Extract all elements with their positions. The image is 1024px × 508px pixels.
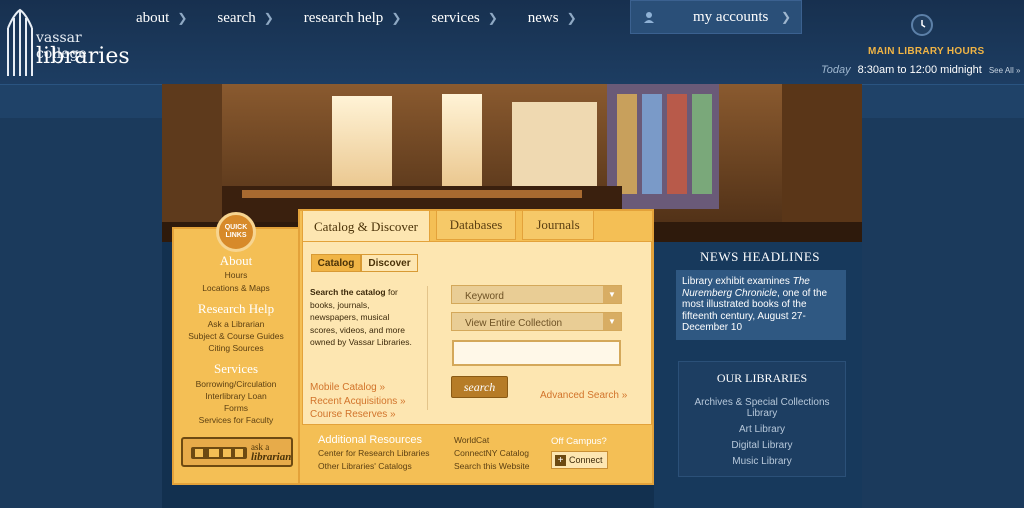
vassar-logo[interactable]: vassar college libraries — [4, 6, 134, 78]
chevron-down-icon: ▼ — [603, 313, 621, 330]
subtab-discover[interactable]: Discover — [361, 254, 418, 272]
ql-link-ask[interactable]: Ask a Librarian — [174, 319, 298, 329]
nav-news[interactable]: news ❯ — [528, 8, 577, 28]
search-button[interactable]: search — [451, 376, 508, 398]
news-text-pre: Library exhibit examines — [682, 276, 793, 287]
ql-link-forms[interactable]: Forms — [174, 403, 298, 413]
chevron-right-icon: ❯ — [177, 11, 188, 25]
catalog-search-input[interactable] — [452, 340, 621, 366]
library-link-digital[interactable]: Digital Library — [688, 440, 836, 451]
ql-link-borrowing[interactable]: Borrowing/Circulation — [174, 379, 298, 389]
search-type-value: Keyword — [465, 291, 504, 302]
ql-link-hours[interactable]: Hours — [174, 270, 298, 280]
hours-line: Today 8:30am to 12:00 midnight See All » — [821, 64, 1020, 76]
user-icon — [644, 12, 654, 23]
ql-heading-services: Services — [213, 361, 259, 376]
chevron-right-icon: ❯ — [391, 11, 402, 25]
news-item[interactable]: Library exhibit examines The Nuremberg C… — [676, 270, 846, 340]
crl-link[interactable]: Center for Research Libraries — [318, 448, 430, 458]
other-catalogs-link[interactable]: Other Libraries' Catalogs — [318, 461, 412, 471]
nav-about[interactable]: about ❯ — [136, 8, 187, 28]
worldcat-link[interactable]: WorldCat — [454, 435, 489, 445]
chevron-right-icon: ❯ — [566, 11, 577, 25]
ask-librarian-button[interactable]: ask a librarian — [181, 437, 293, 467]
ask-line2: librarian — [251, 451, 292, 463]
nav-label: search — [217, 10, 256, 26]
libraries-heading: OUR LIBRARIES — [716, 371, 808, 385]
news-heading: NEWS HEADLINES — [699, 249, 820, 264]
contact-icons — [191, 447, 247, 459]
nav-label: services — [431, 10, 480, 26]
desc-bold: Search the catalog — [310, 287, 386, 297]
ql-heading-about: About — [219, 253, 253, 268]
divider — [427, 286, 428, 410]
off-campus-label: Off Campus? — [551, 436, 607, 447]
connect-button[interactable]: + Connect — [551, 451, 608, 469]
additional-resources-heading: Additional Resources — [318, 434, 422, 446]
nav-label: research help — [303, 10, 384, 26]
subtab-catalog[interactable]: Catalog — [311, 254, 361, 272]
advanced-search-link[interactable]: Advanced Search » — [540, 390, 627, 401]
collection-value: View Entire Collection — [465, 318, 563, 329]
quick-links-badge: QUICK LINKS — [216, 212, 256, 252]
library-link-archives[interactable]: Archives & Special Collections Library — [688, 397, 836, 419]
nav-label: about — [136, 10, 170, 26]
my-accounts-label: my accounts — [693, 9, 769, 25]
tab-catalog-discover[interactable]: Catalog & Discover — [302, 210, 430, 242]
logo-line2: libraries — [36, 44, 130, 69]
ql-link-locations[interactable]: Locations & Maps — [174, 283, 298, 293]
nav-label: news — [527, 10, 559, 26]
plus-icon: + — [555, 454, 566, 466]
search-type-select[interactable]: Keyword ▼ — [451, 285, 622, 304]
nav-search[interactable]: search ❯ — [217, 8, 273, 28]
ql-link-citing[interactable]: Citing Sources — [174, 343, 298, 353]
main-nav: about ❯ search ❯ research help ❯ services ❯ … — [136, 8, 607, 28]
ql-link-guides[interactable]: Subject & Course Guides — [174, 331, 298, 341]
chevron-right-icon: ❯ — [781, 10, 792, 24]
connectny-link[interactable]: ConnectNY Catalog — [454, 448, 529, 458]
clock-icon — [911, 14, 933, 36]
nav-research-help[interactable]: research help ❯ — [304, 8, 402, 28]
chevron-right-icon: ❯ — [263, 11, 274, 25]
library-link-music[interactable]: Music Library — [688, 456, 836, 467]
library-link-art[interactable]: Art Library — [688, 424, 836, 435]
collection-select[interactable]: View Entire Collection ▼ — [451, 312, 622, 331]
ql-heading-research-help: Research Help — [197, 301, 275, 316]
tab-journals[interactable]: Journals — [522, 210, 594, 240]
ql-link-ill[interactable]: Interlibrary Loan — [174, 391, 298, 401]
hours-title: MAIN LIBRARY HOURS — [868, 46, 985, 57]
connect-label: Connect — [569, 455, 603, 465]
chevron-right-icon: ❯ — [487, 11, 498, 25]
hours-see-all-link[interactable]: See All » — [989, 66, 1021, 75]
nav-services[interactable]: services ❯ — [431, 8, 497, 28]
search-website-link[interactable]: Search this Website — [454, 461, 529, 471]
recent-acquisitions-link[interactable]: Recent Acquisitions » — [310, 396, 406, 407]
ql-link-faculty[interactable]: Services for Faculty — [174, 415, 298, 425]
tab-databases[interactable]: Databases — [436, 210, 516, 240]
course-reserves-link[interactable]: Course Reserves » — [310, 409, 396, 420]
chevron-down-icon: ▼ — [603, 286, 621, 303]
logo-tree-icon — [7, 8, 33, 76]
my-accounts-button[interactable]: my accounts ❯ — [630, 0, 802, 34]
hours-time: 8:30am to 12:00 midnight — [857, 64, 982, 76]
hours-today: Today — [821, 64, 851, 76]
mobile-catalog-link[interactable]: Mobile Catalog » — [310, 382, 385, 393]
catalog-description: Search the catalog for books, journals, … — [310, 286, 414, 349]
